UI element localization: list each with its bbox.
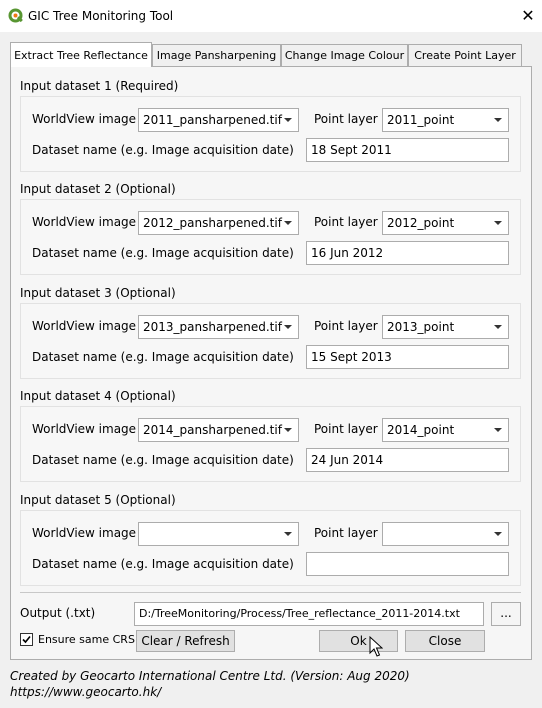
close-window-icon[interactable]: ✕ — [514, 6, 542, 26]
worldview-image-select-4[interactable]: 2014_pansharpened.tif — [138, 418, 299, 442]
worldview-image-select-1[interactable]: 2011_pansharpened.tif — [138, 108, 299, 132]
chevron-down-icon — [494, 221, 502, 225]
ok-button[interactable]: Ok — [319, 630, 398, 652]
point-layer-label: Point layer — [314, 319, 378, 333]
chevron-down-icon — [284, 325, 292, 329]
dataset-name-label: Dataset name (e.g. Image acquisition dat… — [32, 143, 294, 157]
point-layer-select-1[interactable]: 2011_point — [382, 108, 509, 132]
clear-refresh-button[interactable]: Clear / Refresh — [136, 630, 235, 652]
tab-create-point-layer[interactable]: Create Point Layer — [408, 44, 522, 66]
worldview-image-label: WorldView image — [32, 526, 137, 540]
dataset-3-group: WorldView image 2013_pansharpened.tif Po… — [20, 303, 521, 379]
dataset-3-title: Input dataset 3 (Optional) — [20, 286, 176, 300]
dataset-2-group: WorldView image 2012_pansharpened.tif Po… — [20, 199, 521, 275]
point-layer-value: 2014_point — [387, 423, 455, 437]
chevron-down-icon — [494, 325, 502, 329]
title-bar: GIC Tree Monitoring Tool ✕ — [0, 0, 542, 32]
dataset-name-label: Dataset name (e.g. Image acquisition dat… — [32, 350, 294, 364]
dataset-name-label: Dataset name (e.g. Image acquisition dat… — [32, 557, 294, 571]
checkmark-icon — [22, 635, 31, 644]
worldview-image-value: 2013_pansharpened.tif — [143, 320, 282, 334]
ensure-same-crs-checkbox[interactable] — [20, 633, 33, 646]
point-layer-label: Point layer — [314, 112, 378, 126]
worldview-image-select-5[interactable] — [138, 522, 299, 546]
dataset-1-title: Input dataset 1 (Required) — [20, 79, 179, 93]
mouse-cursor-icon — [369, 636, 383, 657]
dataset-5-group: WorldView image Point layer Dataset name… — [20, 510, 521, 586]
worldview-image-value: 2014_pansharpened.tif — [143, 423, 282, 437]
dataset-2-title: Input dataset 2 (Optional) — [20, 182, 176, 196]
tab-image-pansharpening[interactable]: Image Pansharpening — [152, 44, 281, 66]
point-layer-value: 2013_point — [387, 320, 455, 334]
dataset-5-title: Input dataset 5 (Optional) — [20, 493, 176, 507]
chevron-down-icon — [284, 118, 292, 122]
dataset-name-input-1[interactable]: 18 Sept 2011 — [306, 138, 509, 162]
dataset-name-input-4[interactable]: 24 Jun 2014 — [306, 448, 509, 472]
chevron-down-icon — [494, 118, 502, 122]
worldview-image-label: WorldView image — [32, 112, 137, 126]
dataset-name-label: Dataset name (e.g. Image acquisition dat… — [32, 453, 294, 467]
worldview-image-label: WorldView image — [32, 215, 137, 229]
output-path-input[interactable]: D:/TreeMonitoring/Process/Tree_reflectan… — [134, 602, 484, 626]
dataset-name-input-5[interactable] — [306, 552, 509, 576]
qgis-logo-icon — [8, 8, 23, 23]
point-layer-select-4[interactable]: 2014_point — [382, 418, 509, 442]
worldview-image-label: WorldView image — [32, 319, 137, 333]
ensure-same-crs-label: Ensure same CRS — [38, 633, 135, 646]
dataset-1-group: WorldView image 2011_pansharpened.tif Po… — [20, 96, 521, 172]
point-layer-select-2[interactable]: 2012_point — [382, 211, 509, 235]
window-title: GIC Tree Monitoring Tool — [28, 9, 174, 23]
browse-output-button[interactable]: ... — [491, 602, 521, 626]
tab-extract-tree-reflectance[interactable]: Extract Tree Reflectance — [10, 42, 152, 67]
website-url[interactable]: https://www.geocarto.hk/ — [10, 684, 161, 700]
chevron-down-icon — [494, 428, 502, 432]
dataset-4-title: Input dataset 4 (Optional) — [20, 389, 176, 403]
tab-change-image-colour[interactable]: Change Image Colour — [281, 44, 408, 66]
worldview-image-value: 2012_pansharpened.tif — [143, 216, 282, 230]
point-layer-label: Point layer — [314, 215, 378, 229]
chevron-down-icon — [284, 428, 292, 432]
point-layer-value: 2011_point — [387, 113, 455, 127]
point-layer-label: Point layer — [314, 422, 378, 436]
worldview-image-select-3[interactable]: 2013_pansharpened.tif — [138, 315, 299, 339]
point-layer-select-3[interactable]: 2013_point — [382, 315, 509, 339]
point-layer-select-5[interactable] — [382, 522, 509, 546]
output-label: Output (.txt) — [20, 606, 96, 620]
chevron-down-icon — [284, 221, 292, 225]
dataset-name-label: Dataset name (e.g. Image acquisition dat… — [32, 246, 294, 260]
worldview-image-value: 2011_pansharpened.tif — [143, 113, 282, 127]
dataset-name-input-2[interactable]: 16 Jun 2012 — [306, 241, 509, 265]
close-button[interactable]: Close — [405, 630, 485, 652]
credit-text: Created by Geocarto International Centre… — [10, 669, 410, 683]
point-layer-value: 2012_point — [387, 216, 455, 230]
dataset-name-input-3[interactable]: 15 Sept 2013 — [306, 345, 509, 369]
point-layer-label: Point layer — [314, 526, 378, 540]
worldview-image-select-2[interactable]: 2012_pansharpened.tif — [138, 211, 299, 235]
chevron-down-icon — [494, 532, 502, 536]
worldview-image-label: WorldView image — [32, 422, 137, 436]
chevron-down-icon — [284, 532, 292, 536]
dataset-4-group: WorldView image 2014_pansharpened.tif Po… — [20, 406, 521, 482]
output-divider — [20, 592, 521, 593]
